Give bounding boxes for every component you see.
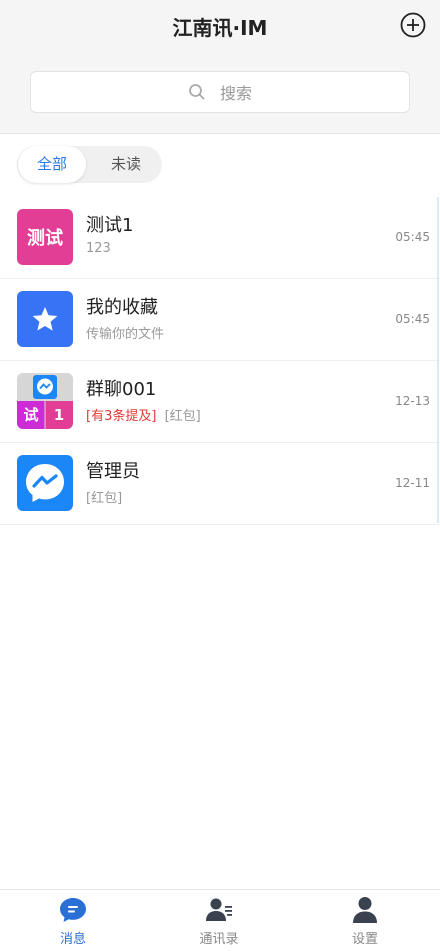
bottom-nav: 消息 通讯录 设置	[0, 889, 440, 951]
nav-item-contacts[interactable]: 通讯录	[146, 890, 292, 951]
tab-all[interactable]: 全部	[18, 146, 86, 183]
group-avatar-tile-1: 试	[23, 406, 39, 424]
nav-item-settings[interactable]: 设置	[292, 890, 438, 951]
nav-label: 消息	[59, 932, 86, 947]
filter-tabs: 全部 未读	[17, 146, 162, 183]
tab-unread[interactable]: 未读	[93, 146, 159, 183]
conversation-item[interactable]: 我的收藏 传输你的文件 05:45	[0, 279, 440, 361]
nav-item-messages[interactable]: 消息	[0, 890, 146, 951]
chat-bubble-icon	[60, 898, 86, 922]
messenger-icon	[26, 464, 64, 502]
contacts-icon	[206, 898, 232, 921]
conversation-time: 05:45	[395, 312, 430, 326]
conversation-preview: 传输你的文件	[86, 327, 165, 342]
avatar	[17, 455, 73, 511]
top-header: 江南讯·IM 搜索	[0, 0, 440, 134]
avatar-text: 测试	[27, 228, 63, 249]
conversation-preview: [红包]	[164, 409, 201, 424]
conversation-preview-row: [有3条提及] [红包]	[86, 405, 201, 424]
mention-badge: [有3条提及]	[86, 409, 157, 424]
group-avatar-tile-2: 1	[53, 406, 65, 424]
star-icon	[32, 307, 58, 331]
search-placeholder: 搜索	[219, 84, 252, 103]
nav-label: 通讯录	[199, 932, 239, 947]
conversation-name: 我的收藏	[86, 297, 158, 318]
conversation-item[interactable]: 管理员 [红包] 12-11	[0, 443, 440, 525]
search-icon	[189, 84, 205, 100]
avatar	[17, 291, 73, 347]
conversation-preview: 123	[86, 241, 111, 256]
conversation-time: 12-11	[395, 476, 430, 490]
conversation-preview: [红包]	[86, 491, 123, 506]
scrollbar[interactable]	[437, 197, 439, 523]
avatar: 测试	[17, 209, 73, 265]
conversation-time: 05:45	[395, 230, 430, 244]
nav-label: 设置	[351, 932, 378, 947]
search-bar[interactable]: 搜索	[30, 71, 410, 113]
conversation-item[interactable]: 试 1 群聊001 [有3条提及] [红包] 12-13	[0, 361, 440, 443]
user-icon	[353, 897, 377, 923]
add-circle-icon[interactable]	[400, 12, 426, 38]
conversation-name: 测试1	[86, 215, 134, 236]
conversation-name: 管理员	[86, 461, 140, 482]
conversation-time: 12-13	[395, 394, 430, 408]
app-title: 江南讯·IM	[172, 16, 268, 40]
conversation-list: 测试 测试1 123 05:45 我的收藏 传输你的文件 05:45 试 1 群…	[0, 197, 440, 525]
group-avatar: 试 1	[17, 373, 73, 429]
conversation-name: 群聊001	[86, 379, 157, 400]
conversation-item[interactable]: 测试 测试1 123 05:45	[0, 197, 440, 279]
